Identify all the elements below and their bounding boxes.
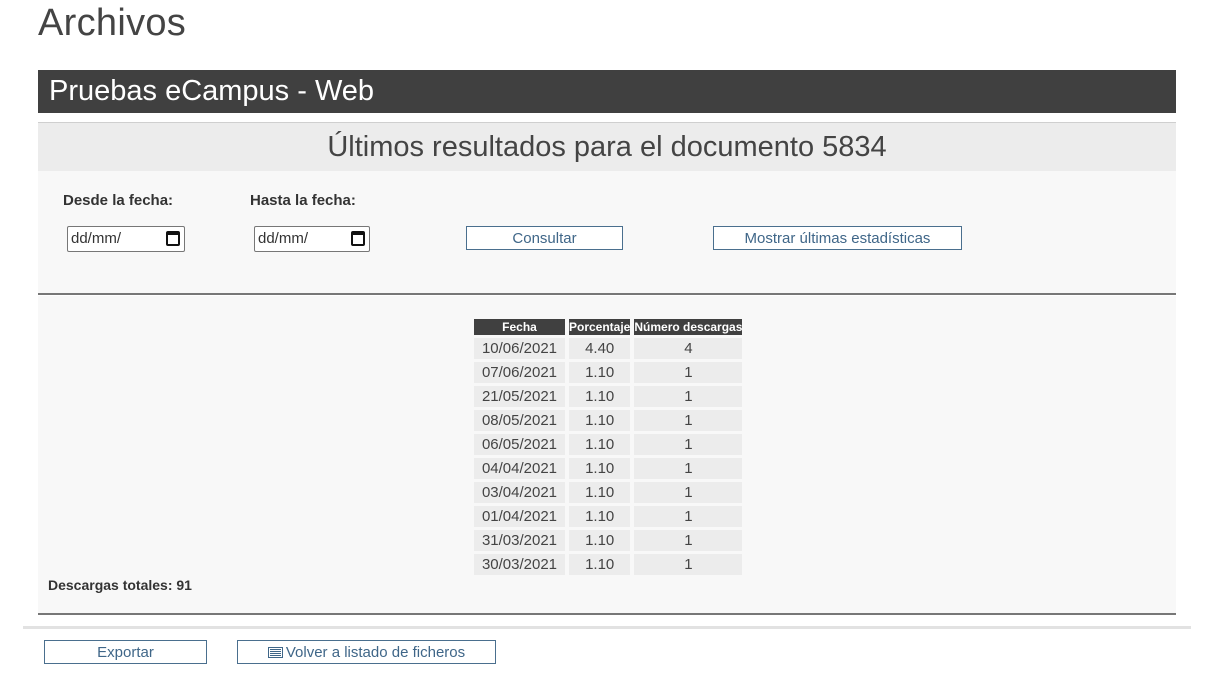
cell-downloads: 1 <box>634 554 743 575</box>
table-row: 07/06/2021 1.10 1 <box>474 362 743 383</box>
table-header-row: Fecha Porcentaje Número descargas <box>474 319 743 335</box>
calendar-icon[interactable] <box>166 231 180 246</box>
cell-date: 10/06/2021 <box>474 338 565 359</box>
cell-percentage: 1.10 <box>569 458 631 479</box>
results-heading: Últimos resultados para el documento 583… <box>38 122 1176 172</box>
date-filter-panel: Desde la fecha: Hasta la fecha: dd/mm/ d… <box>38 171 1176 293</box>
cell-downloads: 1 <box>634 410 743 431</box>
cell-downloads: 1 <box>634 434 743 455</box>
cell-percentage: 1.10 <box>569 530 631 551</box>
table-row: 21/05/2021 1.10 1 <box>474 386 743 407</box>
cell-downloads: 1 <box>634 530 743 551</box>
calendar-icon[interactable] <box>351 231 365 246</box>
cell-percentage: 1.10 <box>569 410 631 431</box>
table-row: 30/03/2021 1.10 1 <box>474 554 743 575</box>
cell-percentage: 1.10 <box>569 362 631 383</box>
show-latest-stats-button[interactable]: Mostrar últimas estadísticas <box>713 226 962 250</box>
cell-percentage: 1.10 <box>569 506 631 527</box>
table-row: 01/04/2021 1.10 1 <box>474 506 743 527</box>
from-date-input[interactable]: dd/mm/ <box>67 226 185 252</box>
page-title: Archivos <box>38 2 187 44</box>
from-date-label: Desde la fecha: <box>63 192 174 209</box>
col-header-downloads: Número descargas <box>634 319 743 335</box>
cell-downloads: 4 <box>634 338 743 359</box>
to-date-placeholder: dd/mm/ <box>258 230 309 247</box>
table-row: 04/04/2021 1.10 1 <box>474 458 743 479</box>
cell-date: 03/04/2021 <box>474 482 565 503</box>
project-title-bar: Pruebas eCampus - Web <box>38 70 1176 113</box>
cell-date: 06/05/2021 <box>474 434 565 455</box>
cell-downloads: 1 <box>634 362 743 383</box>
table-row: 10/06/2021 4.40 4 <box>474 338 743 359</box>
table-row: 06/05/2021 1.10 1 <box>474 434 743 455</box>
cell-percentage: 1.10 <box>569 434 631 455</box>
cell-percentage: 4.40 <box>569 338 631 359</box>
cell-downloads: 1 <box>634 386 743 407</box>
cell-date: 30/03/2021 <box>474 554 565 575</box>
query-button[interactable]: Consultar <box>466 226 623 250</box>
downloads-table: Fecha Porcentaje Número descargas 10/06/… <box>470 316 746 578</box>
cell-percentage: 1.10 <box>569 386 631 407</box>
table-row: 03/04/2021 1.10 1 <box>474 482 743 503</box>
cell-percentage: 1.10 <box>569 482 631 503</box>
footer-divider <box>23 626 1191 629</box>
to-date-label: Hasta la fecha: <box>250 192 356 209</box>
cell-percentage: 1.10 <box>569 554 631 575</box>
divider <box>38 613 1176 615</box>
cell-downloads: 1 <box>634 506 743 527</box>
table-row: 08/05/2021 1.10 1 <box>474 410 743 431</box>
cell-date: 01/04/2021 <box>474 506 565 527</box>
export-button[interactable]: Exportar <box>44 640 207 664</box>
col-header-percentage: Porcentaje <box>569 319 631 335</box>
col-header-date: Fecha <box>474 319 565 335</box>
results-panel: Fecha Porcentaje Número descargas 10/06/… <box>38 296 1176 613</box>
cell-downloads: 1 <box>634 458 743 479</box>
cell-downloads: 1 <box>634 482 743 503</box>
cell-date: 08/05/2021 <box>474 410 565 431</box>
divider <box>38 293 1176 295</box>
table-row: 31/03/2021 1.10 1 <box>474 530 743 551</box>
cell-date: 21/05/2021 <box>474 386 565 407</box>
list-icon <box>267 646 283 658</box>
cell-date: 07/06/2021 <box>474 362 565 383</box>
from-date-placeholder: dd/mm/ <box>71 230 122 247</box>
to-date-input[interactable]: dd/mm/ <box>254 226 370 252</box>
back-to-file-list-button[interactable]: Volver a listado de ficheros <box>237 640 496 664</box>
total-downloads: Descargas totales: 91 <box>48 577 192 593</box>
cell-date: 04/04/2021 <box>474 458 565 479</box>
back-button-label: Volver a listado de ficheros <box>285 644 466 661</box>
cell-date: 31/03/2021 <box>474 530 565 551</box>
